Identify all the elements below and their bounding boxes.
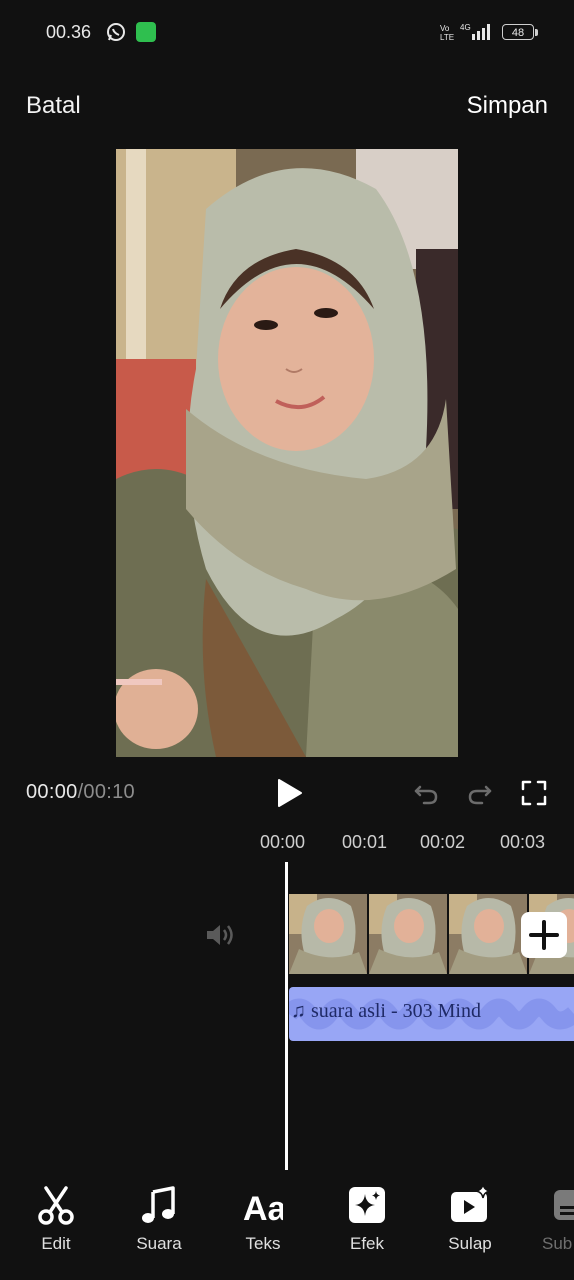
time-readout: 00:00/00:10	[26, 781, 135, 804]
fullscreen-icon[interactable]	[520, 779, 548, 807]
play-icon[interactable]	[276, 778, 304, 808]
toolbar-label: Efek	[349, 1234, 385, 1253]
toolbar-suara[interactable]: Suara	[119, 1180, 199, 1260]
playhead[interactable]	[285, 862, 288, 1170]
toolbar-label: Teks	[245, 1234, 281, 1253]
total-time: 00:10	[83, 781, 135, 803]
magic-video-icon	[451, 1184, 490, 1222]
plus-icon	[529, 920, 559, 950]
video-thumbnail	[369, 894, 447, 974]
subtitle-icon	[554, 1190, 574, 1220]
svg-text:LTE: LTE	[440, 33, 454, 42]
video-thumbnail	[449, 894, 527, 974]
sparkle-effect-icon	[349, 1187, 385, 1223]
redo-icon[interactable]	[466, 779, 494, 807]
add-clip-button[interactable]	[521, 912, 567, 958]
video-preview[interactable]	[116, 149, 458, 757]
music-note-icon	[142, 1186, 175, 1223]
toolbar-sub[interactable]: Sub	[524, 1180, 574, 1260]
toolbar-label: Suara	[136, 1234, 182, 1253]
timeline-tick: 00:03	[500, 832, 546, 852]
toolbar-label: Sub	[542, 1234, 573, 1253]
scissors-icon	[38, 1186, 74, 1225]
current-time: 00:00	[26, 781, 78, 803]
audio-track[interactable]: ♫ suara asli - 303 Mind	[289, 987, 574, 1041]
toolbar-label: Sulap	[448, 1234, 492, 1253]
toolbar-edit[interactable]: Edit	[16, 1180, 96, 1260]
svg-text:Aa: Aa	[243, 1190, 283, 1226]
video-thumbnail	[289, 894, 367, 974]
timeline-tick: 00:02	[420, 832, 466, 852]
volume-icon[interactable]	[204, 920, 236, 950]
preview-frame-image	[116, 149, 458, 757]
signal-icon: Vo LTE 4G	[440, 23, 490, 42]
timeline-tick: 00:01	[342, 832, 388, 852]
cancel-button[interactable]: Batal	[26, 92, 81, 120]
timeline-tick: 00:00	[260, 832, 306, 852]
battery-nub	[535, 29, 538, 36]
save-button[interactable]: Simpan	[467, 92, 548, 120]
toolbar-efek[interactable]: Efek	[327, 1180, 407, 1260]
whatsapp-icon	[107, 23, 125, 41]
text-aa-icon: Aa	[243, 1190, 283, 1226]
toolbar-teks[interactable]: Aa Teks	[223, 1180, 303, 1260]
toolbar-label: Edit	[41, 1234, 71, 1253]
svg-text:Vo: Vo	[440, 24, 450, 33]
app-notification-icon	[136, 22, 156, 42]
svg-text:4G: 4G	[460, 23, 471, 32]
battery-indicator: 48	[502, 24, 534, 40]
toolbar-sulap[interactable]: Sulap	[430, 1180, 510, 1260]
status-time: 00.36	[46, 22, 92, 42]
audio-track-label: ♫ suara asli - 303 Mind	[291, 1000, 481, 1022]
undo-icon[interactable]	[412, 779, 440, 807]
